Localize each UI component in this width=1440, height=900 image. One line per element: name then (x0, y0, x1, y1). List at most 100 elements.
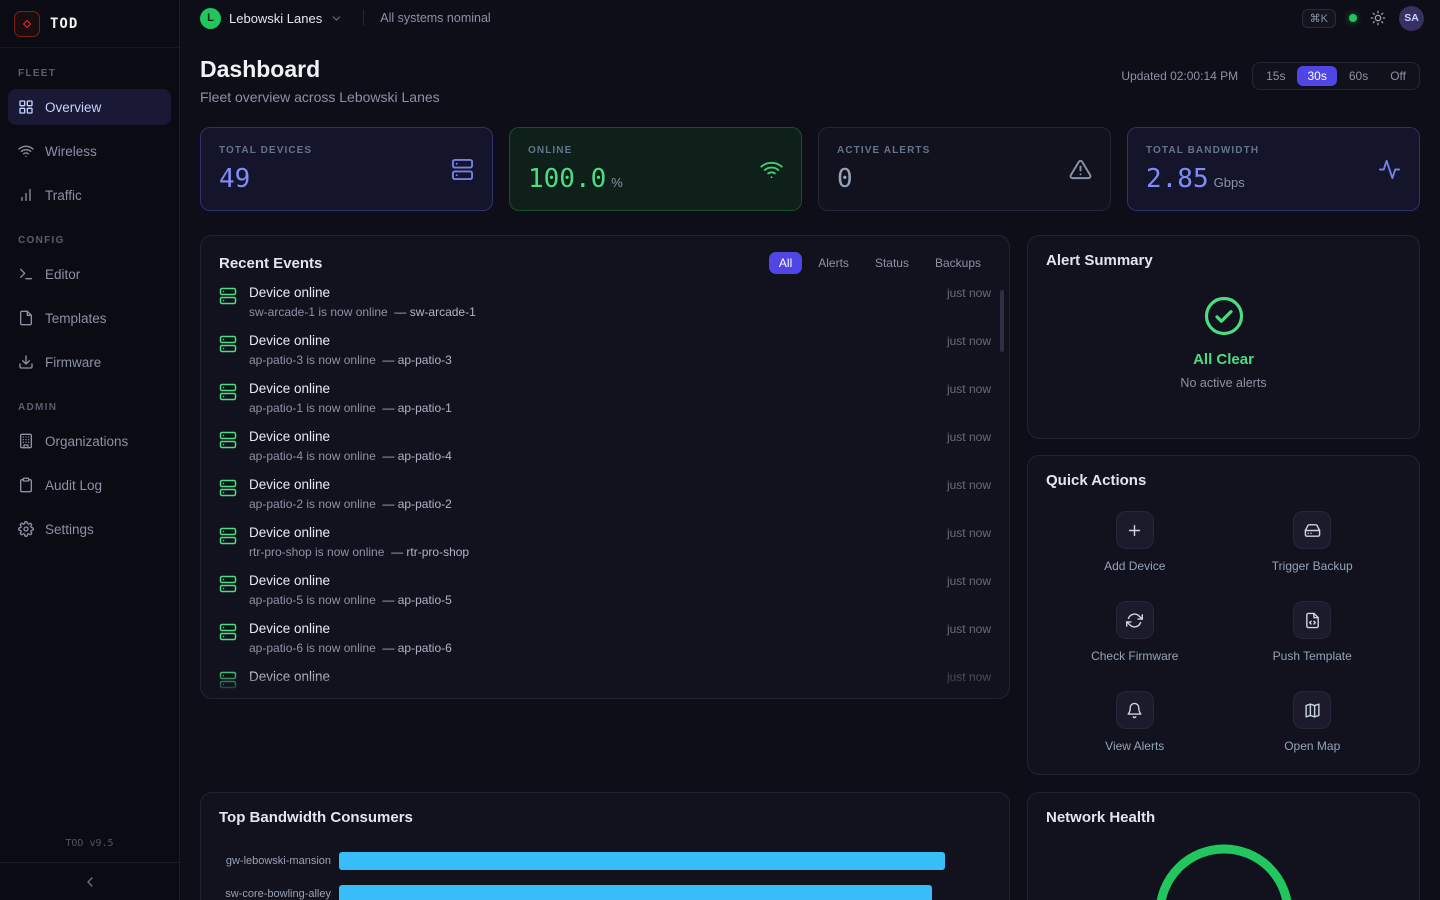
sidebar-item-wireless[interactable]: Wireless (8, 133, 171, 169)
grid-icon (18, 99, 34, 115)
bell-icon (1126, 702, 1143, 719)
sidebar-item-label: Audit Log (45, 478, 102, 493)
quick-action-view-alerts[interactable]: View Alerts (1046, 691, 1224, 753)
refresh-option-15s[interactable]: 15s (1256, 66, 1295, 86)
sidebar-item-label: Organizations (45, 434, 128, 449)
event-row[interactable]: Device onlinesw-arcade-1 is now online —… (219, 284, 991, 332)
event-device: — ap-patio-2 (376, 497, 452, 511)
event-device: — ap-patio-3 (376, 353, 452, 367)
stat-label: ONLINE (528, 145, 760, 156)
quick-action-open-map[interactable]: Open Map (1224, 691, 1402, 753)
bandwidth-device-label: gw-lebowski-mansion (219, 855, 339, 867)
stat-card-total-devices: TOTAL DEVICES49 (200, 127, 493, 211)
stat-unit: Gbps (1214, 175, 1245, 190)
event-row[interactable]: Device onlineap-patio-6 is now online — … (219, 620, 991, 668)
tab-all[interactable]: All (769, 252, 802, 274)
stat-value: 2.85 (1146, 164, 1209, 194)
bandwidth-title: Top Bandwidth Consumers (219, 809, 991, 826)
alert-summary-title: Alert Summary (1046, 252, 1401, 269)
event-row[interactable]: Device online just now (219, 668, 991, 699)
server-icon (219, 479, 237, 497)
event-detail: ap-patio-1 is now online — ap-patio-1 (249, 401, 935, 416)
stats-row: TOTAL DEVICES49ONLINE100.0%ACTIVE ALERTS… (200, 127, 1420, 211)
quick-action-label: Trigger Backup (1272, 559, 1353, 573)
event-time: just now (947, 526, 991, 540)
diamond-icon (20, 17, 34, 31)
wifi-icon (18, 143, 34, 159)
user-avatar[interactable]: SA (1399, 6, 1424, 31)
org-name: Lebowski Lanes (229, 11, 322, 26)
tab-alerts[interactable]: Alerts (808, 252, 859, 274)
refresh-option-30s[interactable]: 30s (1297, 66, 1336, 86)
map-icon (1304, 702, 1321, 719)
sidebar-item-label: Settings (45, 522, 94, 537)
event-time: just now (947, 622, 991, 636)
event-device: — rtr-pro-shop (384, 545, 469, 559)
activity-icon (1378, 158, 1401, 181)
events-list: Device online sw-arcade-1 is now online —… (219, 284, 991, 699)
bandwidth-bar-track (339, 885, 991, 900)
event-title: Device online (249, 380, 935, 398)
bandwidth-bar (339, 885, 932, 900)
sidebar-item-label: Templates (45, 311, 107, 326)
sidebar-item-audit-log[interactable]: Audit Log (8, 467, 171, 503)
quick-action-label: Push Template (1273, 649, 1352, 663)
sidebar-item-templates[interactable]: Templates (8, 300, 171, 336)
scrollbar-thumb[interactable] (1000, 290, 1004, 352)
sidebar-collapse-button[interactable] (0, 862, 179, 900)
alert-summary-card: Alert Summary All Clear No active alerts (1027, 235, 1420, 439)
quick-action-trigger-backup[interactable]: Trigger Backup (1224, 511, 1402, 573)
app-logo: TOD (0, 0, 179, 48)
refresh-option-off[interactable]: Off (1380, 66, 1416, 86)
event-row[interactable]: Device onlineap-patio-2 is now online — … (219, 476, 991, 524)
sidebar-item-organizations[interactable]: Organizations (8, 423, 171, 459)
sidebar-item-firmware[interactable]: Firmware (8, 344, 171, 380)
tab-status[interactable]: Status (865, 252, 919, 274)
event-title: Device online (249, 668, 935, 686)
sidebar-item-traffic[interactable]: Traffic (8, 177, 171, 213)
quick-action-push-template[interactable]: Push Template (1224, 601, 1402, 663)
event-row[interactable]: Device onlineap-patio-5 is now online — … (219, 572, 991, 620)
event-time: just now (947, 670, 991, 684)
event-row[interactable]: Device onlineap-patio-4 is now online — … (219, 428, 991, 476)
network-health-card: Network Health 100 (1027, 792, 1420, 900)
sidebar-item-settings[interactable]: Settings (8, 511, 171, 547)
server-icon (219, 287, 237, 305)
sidebar-item-label: Traffic (45, 188, 82, 203)
event-row[interactable]: Device onlineap-patio-3 is now online — … (219, 332, 991, 380)
sidebar-item-overview[interactable]: Overview (8, 89, 171, 125)
app-version: TOD v9.5 (0, 838, 179, 862)
quick-action-check-firmware[interactable]: Check Firmware (1046, 601, 1224, 663)
hard-drive-icon (1304, 522, 1321, 539)
stat-value: 0 (837, 164, 853, 194)
app-logo-text: TOD (50, 16, 78, 32)
chevron-down-icon (330, 12, 343, 25)
event-row[interactable]: Device online ap-patio-1 is now online — … (219, 380, 991, 428)
sun-icon[interactable] (1370, 10, 1386, 26)
org-switcher[interactable]: L Lebowski Lanes (196, 5, 347, 32)
event-time: just now (947, 334, 991, 348)
file-icon (18, 310, 34, 326)
content: Dashboard Fleet overview across Lebowski… (180, 36, 1440, 900)
status-dot (1349, 14, 1357, 22)
refresh-option-60s[interactable]: 60s (1339, 66, 1378, 86)
main-area: L Lebowski Lanes All systems nominal ⌘K … (180, 0, 1440, 900)
event-title: Device online (249, 428, 935, 446)
stat-label: TOTAL DEVICES (219, 145, 451, 156)
wifi-icon (760, 158, 783, 181)
command-palette-shortcut[interactable]: ⌘K (1302, 9, 1336, 28)
event-device: — sw-arcade-1 (388, 305, 476, 319)
quick-action-add-device[interactable]: Add Device (1046, 511, 1224, 573)
server-icon (219, 431, 237, 449)
system-status-text: All systems nominal (380, 11, 490, 25)
event-title: Device online (249, 332, 935, 350)
event-detail: sw-arcade-1 is now online — sw-arcade-1 (249, 305, 935, 320)
bandwidth-card: Top Bandwidth Consumers gw-lebowski-mans… (200, 792, 1010, 900)
event-row[interactable]: Device onlinertr-pro-shop is now online … (219, 524, 991, 572)
tab-backups[interactable]: Backups (925, 252, 991, 274)
alert-status: All Clear (1193, 351, 1254, 368)
event-time: just now (947, 574, 991, 588)
event-time: just now (947, 478, 991, 492)
org-avatar: L (200, 8, 221, 29)
sidebar-item-editor[interactable]: Editor (8, 256, 171, 292)
